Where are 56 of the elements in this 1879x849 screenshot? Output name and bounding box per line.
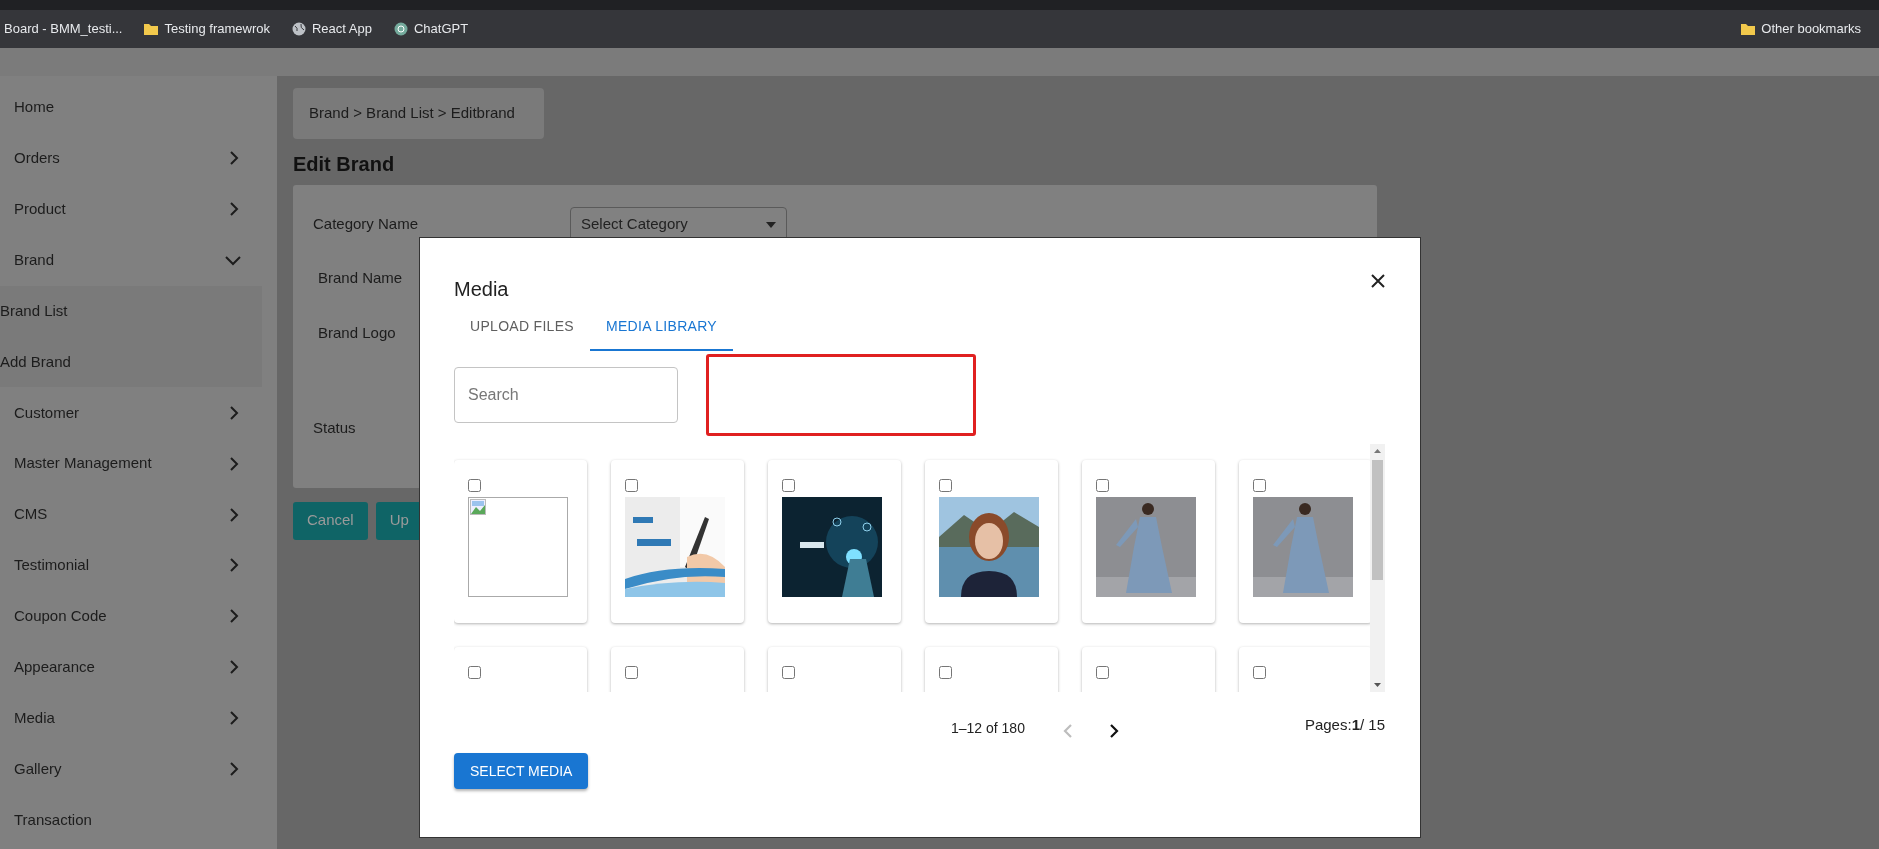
checkbox[interactable] bbox=[1096, 666, 1109, 679]
sidebar-item[interactable]: Home bbox=[0, 82, 277, 133]
folder-icon bbox=[144, 23, 159, 35]
checkbox[interactable] bbox=[468, 666, 481, 679]
field-label: Status bbox=[313, 418, 356, 436]
sidebar-item[interactable]: Coupon Code bbox=[14, 605, 107, 628]
sidebar-item[interactable]: Customer bbox=[14, 401, 80, 425]
checkbox[interactable] bbox=[625, 666, 638, 679]
bookmark-label[interactable]: ChatGPT bbox=[413, 19, 469, 39]
bookmark-label[interactable]: Testing framewrok bbox=[164, 19, 270, 39]
field-label: Brand Name bbox=[318, 268, 403, 286]
checkbox[interactable] bbox=[625, 479, 638, 492]
select-media-button[interactable]: SELECT MEDIA bbox=[454, 753, 589, 789]
caret-icon bbox=[766, 221, 776, 228]
close-icon[interactable] bbox=[1370, 272, 1386, 289]
field-label: Brand Logo bbox=[318, 323, 396, 341]
folder-icon bbox=[1741, 23, 1756, 35]
bookmark-label[interactable]: Other bookmarks bbox=[1761, 19, 1861, 39]
checkbox[interactable] bbox=[1096, 479, 1109, 492]
bookmark-label[interactable]: Board - BMM_testi... bbox=[4, 19, 123, 39]
checkbox[interactable] bbox=[1253, 666, 1266, 679]
page-range: 1–12 of 180 bbox=[950, 719, 1025, 738]
page-count: Pages:1/ 15 bbox=[1304, 715, 1385, 735]
media-card[interactable] bbox=[925, 460, 1058, 623]
broken-image-icon bbox=[470, 499, 486, 515]
breadcrumb: Brand > Brand List > Editbrand bbox=[293, 88, 544, 139]
cancel-button[interactable]: Cancel bbox=[293, 501, 368, 540]
page-title: Edit Brand bbox=[293, 151, 396, 177]
sidebar-item[interactable]: Media bbox=[14, 706, 55, 730]
next-page-icon[interactable] bbox=[1108, 724, 1119, 738]
media-card[interactable] bbox=[768, 460, 901, 623]
sidebar-item[interactable]: Brand bbox=[14, 248, 55, 272]
globe-icon bbox=[291, 22, 306, 36]
field-label: Category Name bbox=[313, 215, 419, 233]
checkbox[interactable] bbox=[782, 479, 795, 492]
tab[interactable]: MEDIA LIBRARY bbox=[589, 304, 733, 351]
sidebar-item[interactable]: CMS bbox=[14, 503, 48, 526]
sidebar-item[interactable]: Appearance bbox=[14, 656, 95, 679]
tab[interactable]: UPLOAD FILES bbox=[454, 304, 590, 351]
search-field[interactable]: Search bbox=[454, 367, 678, 423]
sidebar-item[interactable]: Product bbox=[14, 197, 66, 221]
checkbox[interactable] bbox=[782, 666, 795, 679]
checkbox[interactable] bbox=[939, 479, 952, 492]
sidebar-item[interactable]: Brand List bbox=[0, 285, 262, 337]
dialog-title: Media bbox=[454, 277, 509, 302]
checkbox[interactable] bbox=[468, 479, 481, 492]
chat-icon bbox=[393, 22, 408, 36]
sidebar-item[interactable]: Master Management bbox=[14, 452, 152, 475]
sidebar-item[interactable]: Orders bbox=[14, 147, 60, 170]
sidebar-item[interactable]: Testimonial bbox=[14, 554, 90, 577]
checkbox[interactable] bbox=[1253, 479, 1266, 492]
checkbox[interactable] bbox=[939, 666, 952, 679]
sidebar-item[interactable]: Gallery bbox=[14, 757, 62, 781]
sidebar-item[interactable]: Transaction bbox=[0, 794, 277, 846]
bookmark-label[interactable]: React App bbox=[311, 19, 372, 39]
sidebar-item[interactable]: Add Brand bbox=[0, 336, 262, 388]
